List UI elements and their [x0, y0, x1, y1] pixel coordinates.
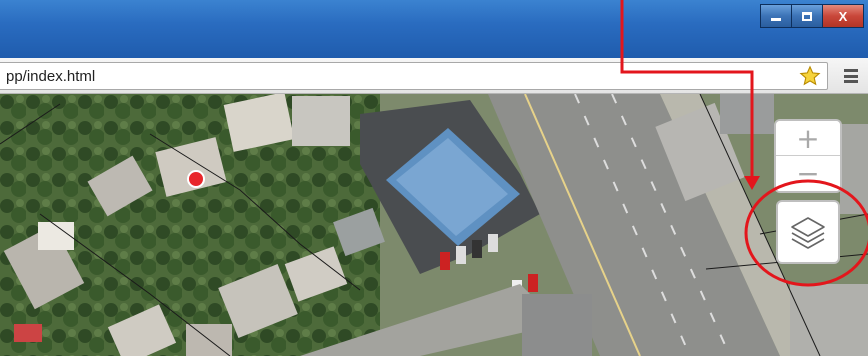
url-text[interactable]: pp/index.html — [0, 68, 799, 85]
zoom-in-button[interactable]: + — [776, 121, 840, 156]
layers-icon — [791, 217, 825, 249]
maximize-button[interactable] — [791, 4, 823, 28]
star-icon[interactable] — [799, 65, 821, 87]
browser-toolbar: pp/index.html — [0, 58, 868, 94]
zoom-control: + − — [774, 119, 842, 193]
close-button[interactable]: X — [822, 4, 864, 28]
aerial-imagery — [0, 94, 868, 356]
layers-button[interactable] — [776, 200, 840, 264]
window-controls: X — [760, 4, 864, 28]
location-marker — [187, 170, 205, 188]
close-icon: X — [838, 8, 848, 24]
zoom-out-button[interactable]: − — [776, 156, 840, 191]
minimize-icon — [771, 18, 781, 21]
maximize-icon — [802, 11, 812, 21]
map-viewport[interactable]: + − — [0, 94, 868, 356]
minimize-button[interactable] — [760, 4, 792, 28]
address-bar[interactable]: pp/index.html — [0, 62, 828, 90]
window-title-bar[interactable]: X — [0, 0, 868, 58]
hamburger-menu-icon[interactable] — [844, 69, 858, 83]
